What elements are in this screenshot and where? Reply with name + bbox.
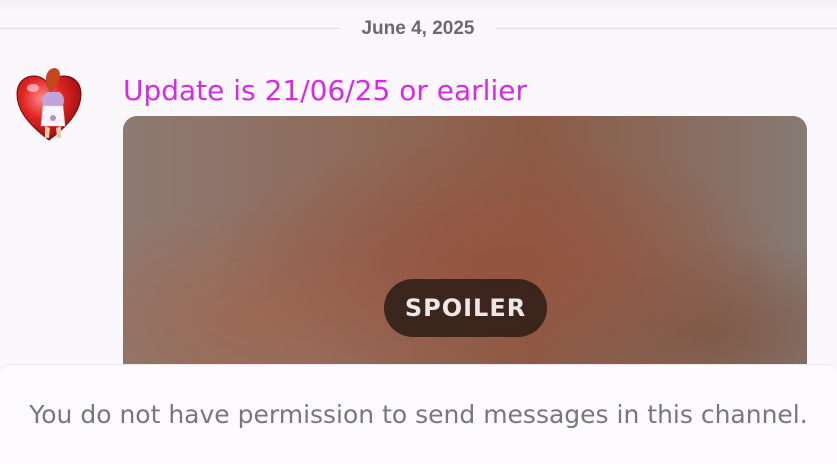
spoiler-reveal-button[interactable]: SPOILER xyxy=(384,279,547,337)
avatar[interactable] xyxy=(15,66,83,144)
date-divider: June 4, 2025 xyxy=(0,14,837,42)
date-divider-label: June 4, 2025 xyxy=(361,18,475,39)
heart-avatar-icon xyxy=(16,68,82,141)
divider-line-right xyxy=(496,28,837,29)
divider-line-left xyxy=(0,28,340,29)
scroll-fade xyxy=(0,0,837,14)
message-content: Update is 21/06/25 or earlier xyxy=(123,74,527,107)
permission-notice: You do not have permission to send messa… xyxy=(29,400,808,429)
chat-view: June 4, 2025 Update is 21/06/25 or earli… xyxy=(0,0,837,464)
composer-bar: You do not have permission to send messa… xyxy=(0,364,837,464)
spoiler-image-attachment[interactable]: SPOILER xyxy=(123,116,807,386)
